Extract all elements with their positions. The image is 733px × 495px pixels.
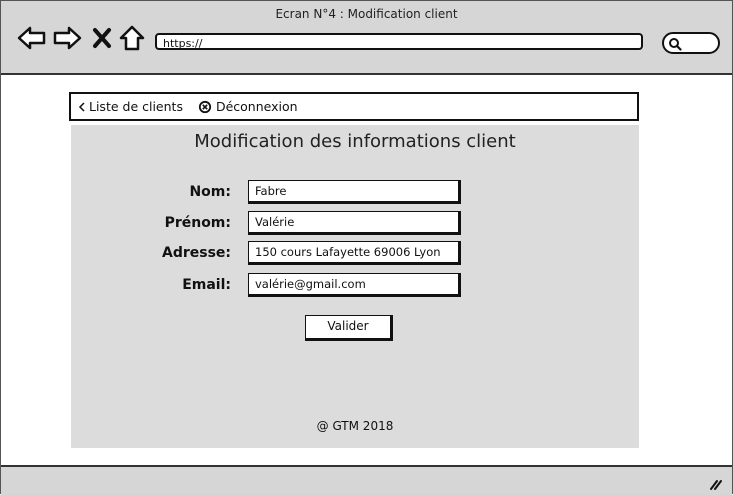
email-input[interactable]: valérie@gmail.com [248,273,461,297]
adresse-label: Adresse: [161,245,231,261]
browser-toolbar: Ecran N°4 : Modification client https:// [1,1,732,75]
window-title: Ecran N°4 : Modification client [275,7,458,21]
form-title: Modification des informations client [194,131,516,152]
prenom-label: Prénom: [164,215,231,231]
search-button[interactable] [662,32,720,54]
chevron-left-icon [78,101,85,112]
close-circle-icon [198,100,212,113]
arrow-right-icon[interactable] [52,23,82,53]
validate-button[interactable]: Valider [305,315,393,341]
status-bar [1,465,732,495]
url-input[interactable]: https:// [155,33,643,50]
close-icon[interactable] [92,23,112,53]
field-row-adresse: Adresse: 150 cours Lafayette 69006 Lyon [71,241,639,267]
logout-label: Déconnexion [215,99,298,114]
field-row-email: Email: valérie@gmail.com [71,273,639,299]
home-icon[interactable] [119,23,145,53]
link-bar: Liste de clients Déconnexion [69,92,639,121]
nom-input[interactable]: Fabre [248,180,461,204]
back-to-clients-label: Liste de clients [89,99,183,114]
adresse-input[interactable]: 150 cours Lafayette 69006 Lyon [248,241,461,265]
email-label: Email: [182,277,231,293]
prenom-input[interactable]: Valérie [248,211,461,235]
footer-copyright: @ GTM 2018 [316,419,394,433]
nom-label: Nom: [189,184,231,200]
field-row-nom: Nom: Fabre [71,180,639,206]
back-to-clients-link[interactable]: Liste de clients [77,99,183,114]
field-row-prenom: Prénom: Valérie [71,211,639,237]
browser-window: Ecran N°4 : Modification client https://… [0,0,733,495]
search-icon [669,38,682,51]
resize-grip-icon[interactable] [708,475,722,494]
logout-link[interactable]: Déconnexion [198,99,298,114]
client-edit-form: Modification des informations client Nom… [71,125,639,448]
arrow-left-icon[interactable] [17,23,47,53]
